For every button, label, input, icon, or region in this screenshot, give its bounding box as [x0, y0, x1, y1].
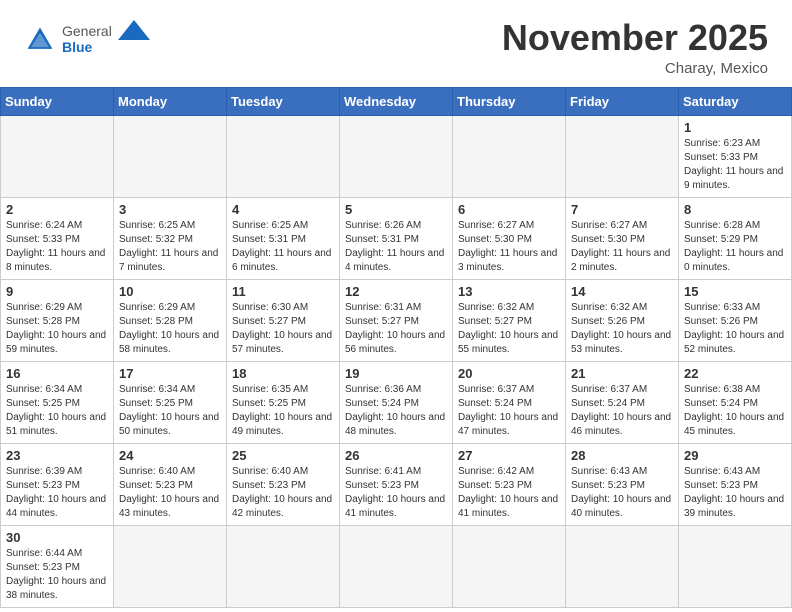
day-7: 7 Sunrise: 6:27 AMSunset: 5:30 PMDayligh…: [566, 197, 679, 279]
empty-cell: [453, 115, 566, 197]
day-24: 24 Sunrise: 6:40 AMSunset: 5:23 PMDaylig…: [114, 443, 227, 525]
day-29: 29 Sunrise: 6:43 AMSunset: 5:23 PMDaylig…: [679, 443, 792, 525]
day-20: 20 Sunrise: 6:37 AMSunset: 5:24 PMDaylig…: [453, 361, 566, 443]
day-12: 12 Sunrise: 6:31 AMSunset: 5:27 PMDaylig…: [340, 279, 453, 361]
header-saturday: Saturday: [679, 87, 792, 115]
logo-text: General Blue: [62, 18, 152, 61]
day-4: 4 Sunrise: 6:25 AMSunset: 5:31 PMDayligh…: [227, 197, 340, 279]
day-15: 15 Sunrise: 6:33 AMSunset: 5:26 PMDaylig…: [679, 279, 792, 361]
day-number-1: 1: [684, 120, 786, 135]
day-25: 25 Sunrise: 6:40 AMSunset: 5:23 PMDaylig…: [227, 443, 340, 525]
week-row-1: 1 Sunrise: 6:23 AM Sunset: 5:33 PM Dayli…: [1, 115, 792, 197]
week-row-4: 16 Sunrise: 6:34 AMSunset: 5:25 PMDaylig…: [1, 361, 792, 443]
empty-cell: [340, 115, 453, 197]
day-5: 5 Sunrise: 6:26 AMSunset: 5:31 PMDayligh…: [340, 197, 453, 279]
empty-cell: [114, 525, 227, 607]
day-18: 18 Sunrise: 6:35 AMSunset: 5:25 PMDaylig…: [227, 361, 340, 443]
svg-text:General: General: [62, 23, 112, 39]
day-30: 30 Sunrise: 6:44 AMSunset: 5:23 PMDaylig…: [1, 525, 114, 607]
header-wednesday: Wednesday: [340, 87, 453, 115]
day-14: 14 Sunrise: 6:32 AMSunset: 5:26 PMDaylig…: [566, 279, 679, 361]
empty-cell: [227, 115, 340, 197]
week-row-6: 30 Sunrise: 6:44 AMSunset: 5:23 PMDaylig…: [1, 525, 792, 607]
day-10: 10 Sunrise: 6:29 AMSunset: 5:28 PMDaylig…: [114, 279, 227, 361]
day-27: 27 Sunrise: 6:42 AMSunset: 5:23 PMDaylig…: [453, 443, 566, 525]
month-title: November 2025: [502, 18, 768, 58]
day-21: 21 Sunrise: 6:37 AMSunset: 5:24 PMDaylig…: [566, 361, 679, 443]
day-info-1: Sunrise: 6:23 AM Sunset: 5:33 PM Dayligh…: [684, 137, 786, 193]
day-13: 13 Sunrise: 6:32 AMSunset: 5:27 PMDaylig…: [453, 279, 566, 361]
header-friday: Friday: [566, 87, 679, 115]
day-26: 26 Sunrise: 6:41 AMSunset: 5:23 PMDaylig…: [340, 443, 453, 525]
day-17: 17 Sunrise: 6:34 AMSunset: 5:25 PMDaylig…: [114, 361, 227, 443]
logo: General Blue: [24, 18, 152, 61]
day-9: 9 Sunrise: 6:29 AMSunset: 5:28 PMDayligh…: [1, 279, 114, 361]
day-28: 28 Sunrise: 6:43 AMSunset: 5:23 PMDaylig…: [566, 443, 679, 525]
empty-cell: [227, 525, 340, 607]
empty-cell: [566, 525, 679, 607]
day-1: 1 Sunrise: 6:23 AM Sunset: 5:33 PM Dayli…: [679, 115, 792, 197]
day-19: 19 Sunrise: 6:36 AMSunset: 5:24 PMDaylig…: [340, 361, 453, 443]
header: General Blue November 2025 Charay, Mexic…: [0, 0, 792, 87]
header-tuesday: Tuesday: [227, 87, 340, 115]
day-2: 2 Sunrise: 6:24 AMSunset: 5:33 PMDayligh…: [1, 197, 114, 279]
header-monday: Monday: [114, 87, 227, 115]
empty-cell: [453, 525, 566, 607]
day-23: 23 Sunrise: 6:39 AMSunset: 5:23 PMDaylig…: [1, 443, 114, 525]
day-22: 22 Sunrise: 6:38 AMSunset: 5:24 PMDaylig…: [679, 361, 792, 443]
day-16: 16 Sunrise: 6:34 AMSunset: 5:25 PMDaylig…: [1, 361, 114, 443]
week-row-2: 2 Sunrise: 6:24 AMSunset: 5:33 PMDayligh…: [1, 197, 792, 279]
week-row-3: 9 Sunrise: 6:29 AMSunset: 5:28 PMDayligh…: [1, 279, 792, 361]
weekday-header-row: Sunday Monday Tuesday Wednesday Thursday…: [1, 87, 792, 115]
page: General Blue November 2025 Charay, Mexic…: [0, 0, 792, 608]
empty-cell: [1, 115, 114, 197]
empty-cell: [114, 115, 227, 197]
week-row-5: 23 Sunrise: 6:39 AMSunset: 5:23 PMDaylig…: [1, 443, 792, 525]
empty-cell: [566, 115, 679, 197]
svg-text:Blue: Blue: [62, 39, 93, 55]
title-area: November 2025 Charay, Mexico: [502, 18, 768, 77]
day-6: 6 Sunrise: 6:27 AMSunset: 5:30 PMDayligh…: [453, 197, 566, 279]
logo-icon: [24, 24, 56, 56]
empty-cell: [340, 525, 453, 607]
subtitle: Charay, Mexico: [502, 60, 768, 77]
header-sunday: Sunday: [1, 87, 114, 115]
day-11: 11 Sunrise: 6:30 AMSunset: 5:27 PMDaylig…: [227, 279, 340, 361]
day-8: 8 Sunrise: 6:28 AMSunset: 5:29 PMDayligh…: [679, 197, 792, 279]
day-3: 3 Sunrise: 6:25 AMSunset: 5:32 PMDayligh…: [114, 197, 227, 279]
calendar-table: Sunday Monday Tuesday Wednesday Thursday…: [0, 87, 792, 608]
empty-cell: [679, 525, 792, 607]
header-thursday: Thursday: [453, 87, 566, 115]
